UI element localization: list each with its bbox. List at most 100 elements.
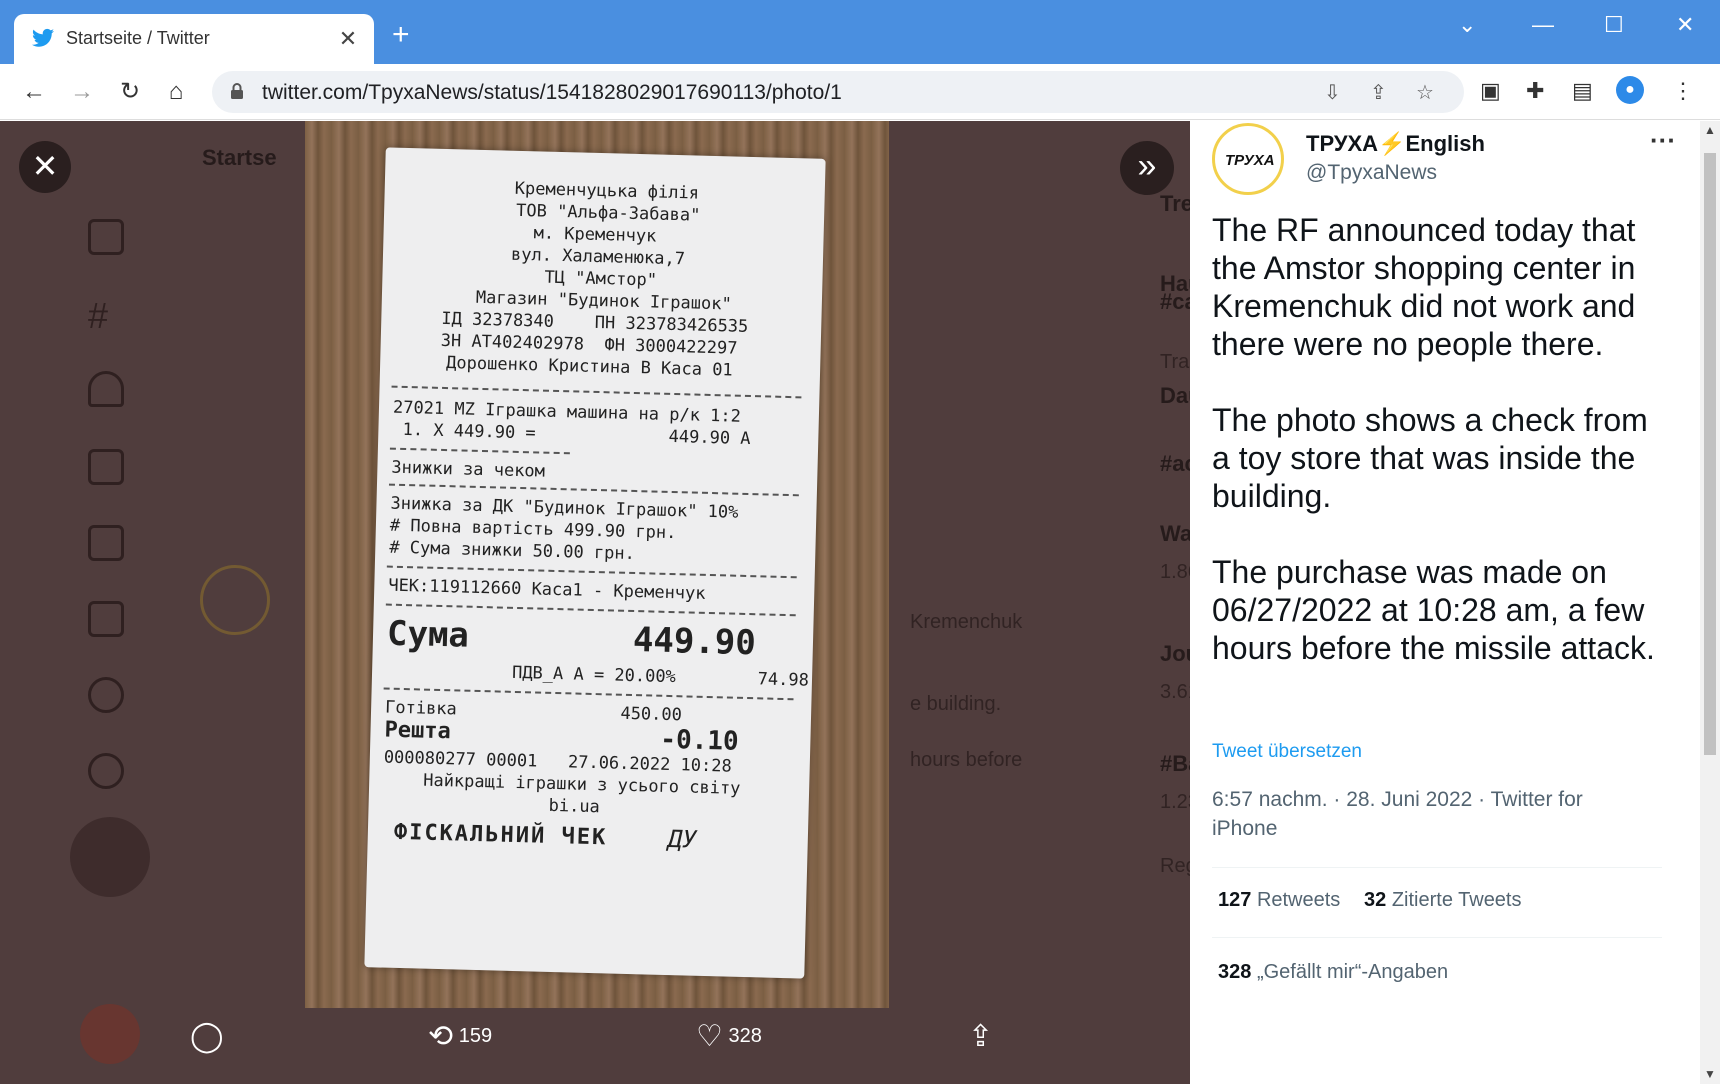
likes-label: „Gefällt mir“-Angaben: [1256, 961, 1449, 983]
receipt-line: ТОВ "Альфа-Забава": [515, 200, 701, 226]
bg-feed-text-1: Kremenchuk: [910, 611, 1023, 633]
avatar-logo-text: ТРУХА: [1225, 152, 1275, 169]
back-icon[interactable]: ←: [18, 76, 50, 108]
close-viewer-button[interactable]: ✕: [19, 141, 71, 193]
more-options-icon[interactable]: ···: [1650, 125, 1676, 156]
quotes-stat[interactable]: 32 Zitierte Tweets: [1364, 889, 1522, 912]
quotes-count: 32: [1364, 889, 1387, 911]
bg-feed-text-3: hours before: [910, 749, 1023, 771]
translate-link[interactable]: Tweet übersetzen: [1212, 741, 1362, 763]
receipt-change-value: -0.10: [660, 724, 740, 757]
media-icon[interactable]: ▤: [1572, 78, 1593, 104]
receipt-sum-label: Сума: [386, 613, 470, 656]
quotes-label: Zitierte Tweets: [1391, 889, 1522, 911]
author-name[interactable]: ТРУХА⚡English: [1306, 131, 1485, 157]
receipt-line: ЧЕК:119112660 Каса1 - Кременчук: [388, 575, 706, 604]
likes-count: 328: [1218, 961, 1252, 983]
receipt-line: ПДВ_А А = 20.00% 74.98: [511, 662, 810, 691]
tweet-text: The RF announced today that the Amstor s…: [1212, 211, 1662, 705]
list-icon: [88, 601, 124, 637]
home-icon[interactable]: ⌂: [160, 76, 192, 108]
receipt-footer-sign: ДУ: [667, 825, 698, 854]
heart-icon: ♡: [696, 1020, 723, 1053]
bg-header: Startse: [202, 145, 277, 170]
receipt-photo[interactable]: Кременчуцька філія ТОВ "Альфа-Забава" м.…: [305, 121, 889, 1008]
reply-icon[interactable]: ◯: [190, 1019, 224, 1054]
retweets-label: Retweets: [1256, 889, 1341, 911]
new-tab-button[interactable]: +: [392, 20, 410, 50]
receipt-line: м. Кременчук: [533, 223, 657, 247]
reload-icon[interactable]: ↻: [114, 76, 146, 108]
receipt-line: ТЦ "Амстор": [544, 267, 658, 291]
receipt-footer: ФІСКАЛЬНИЙ ЧЕК: [393, 819, 608, 851]
tweet-paragraph: The purchase was made on 06/27/2022 at 1…: [1212, 554, 1655, 666]
puzzle-icon[interactable]: ✚: [1526, 78, 1544, 104]
address-bar[interactable]: twitter.com/TpyxaNews/status/15418280290…: [212, 71, 1464, 113]
forward-icon[interactable]: →: [66, 76, 98, 108]
receipt-line: Знижки за чеком: [391, 457, 546, 482]
bg-trends-header: Tre: [1160, 191, 1194, 216]
maximize-icon[interactable]: ☐: [1604, 12, 1624, 38]
retweet-count: 159: [458, 1024, 493, 1047]
bookmark-icon: [88, 525, 124, 561]
mail-icon: [88, 449, 124, 485]
feed-avatar: [200, 565, 270, 635]
browser-tab[interactable]: Startseite / Twitter ✕: [14, 14, 374, 64]
divider: [1212, 867, 1662, 868]
receipt-line: вул. Халаменюка,7: [510, 244, 686, 270]
profile-avatar[interactable]: ●: [1616, 76, 1644, 104]
receipt-sum-value: 449.90: [632, 620, 757, 664]
bell-icon: [88, 371, 124, 407]
home-icon: [88, 219, 124, 255]
tweet-paragraph: The photo shows a check from a toy store…: [1212, 402, 1648, 514]
minimize-icon[interactable]: —: [1532, 12, 1554, 38]
retweet-button[interactable]: ⟲ 159: [428, 1019, 492, 1054]
window-close-icon[interactable]: ✕: [1676, 12, 1694, 38]
receipt-separator: [391, 385, 802, 399]
compose-button: [70, 817, 150, 897]
scrollbar[interactable]: ▲ ▼: [1700, 121, 1720, 1084]
author-avatar[interactable]: ТРУХА: [1212, 123, 1284, 195]
author-handle[interactable]: @TpyxaNews: [1306, 161, 1437, 185]
scrollbar-thumb[interactable]: [1704, 153, 1716, 755]
tab-title: Startseite / Twitter: [66, 28, 210, 48]
like-button[interactable]: ♡ 328: [696, 1019, 762, 1054]
share-icon[interactable]: ⇪: [1370, 80, 1387, 105]
retweets-stat[interactable]: 127 Retweets: [1218, 889, 1340, 912]
tab-close-icon[interactable]: ✕: [336, 26, 360, 52]
media-action-bar: ◯ ⟲ 159 ♡ 328 ⇪: [0, 1019, 1196, 1069]
like-count: 328: [728, 1024, 762, 1047]
receipt: Кременчуцька філія ТОВ "Альфа-Забава" м.…: [364, 147, 826, 979]
url-text[interactable]: twitter.com/TpyxaNews/status/15418280290…: [262, 81, 842, 105]
receipt-line: bi.ua: [548, 795, 601, 818]
receipt-line: # Сума знижки 50.00 грн.: [389, 537, 636, 565]
bookmark-star-icon[interactable]: ☆: [1416, 80, 1434, 105]
lock-icon: [231, 83, 243, 99]
media-viewer: # Startse Tre Kremenchuk e building. hou…: [0, 121, 1196, 1084]
receipt-separator: [389, 447, 570, 455]
install-icon[interactable]: ⇩: [1324, 80, 1341, 105]
tweet-panel: ТРУХА ТРУХА⚡English @TpyxaNews ··· The R…: [1190, 121, 1700, 1084]
receipt-line: Кременчуцька філія: [514, 178, 700, 204]
browser-tabbar: Startseite / Twitter ✕ + ⌄ — ☐ ✕: [0, 0, 1720, 64]
more-icon: [88, 753, 124, 789]
profile-icon: [88, 677, 124, 713]
tweet-meta: 6:57 nachm. · 28. Juni 2022 · Twitter fo…: [1212, 788, 1583, 840]
browser-toolbar: ← → ↻ ⌂ twitter.com/TpyxaNews/status/154…: [0, 64, 1720, 120]
retweets-count: 127: [1218, 889, 1252, 911]
receipt-change-label: Решта: [384, 717, 452, 745]
scroll-up-icon[interactable]: ▲: [1704, 123, 1716, 137]
likes-stat[interactable]: 328 „Gefällt mir“-Angaben: [1218, 961, 1448, 984]
page: # Startse Tre Kremenchuk e building. hou…: [0, 121, 1720, 1084]
expand-panel-button[interactable]: »: [1120, 141, 1174, 195]
scroll-down-icon[interactable]: ▼: [1704, 1067, 1716, 1081]
extension-icon[interactable]: ▣: [1480, 78, 1501, 104]
tweet-paragraph: The RF announced today that the Amstor s…: [1212, 212, 1636, 362]
bg-feed-text-2: e building.: [910, 693, 1002, 715]
retweet-icon: ⟲: [428, 1020, 454, 1053]
share-icon[interactable]: ⇪: [968, 1019, 993, 1054]
menu-kebab-icon[interactable]: ⋮: [1672, 78, 1694, 104]
tab-search-icon[interactable]: ⌄: [1458, 12, 1476, 38]
divider: [1212, 937, 1662, 938]
hashtag-icon: #: [88, 295, 109, 336]
